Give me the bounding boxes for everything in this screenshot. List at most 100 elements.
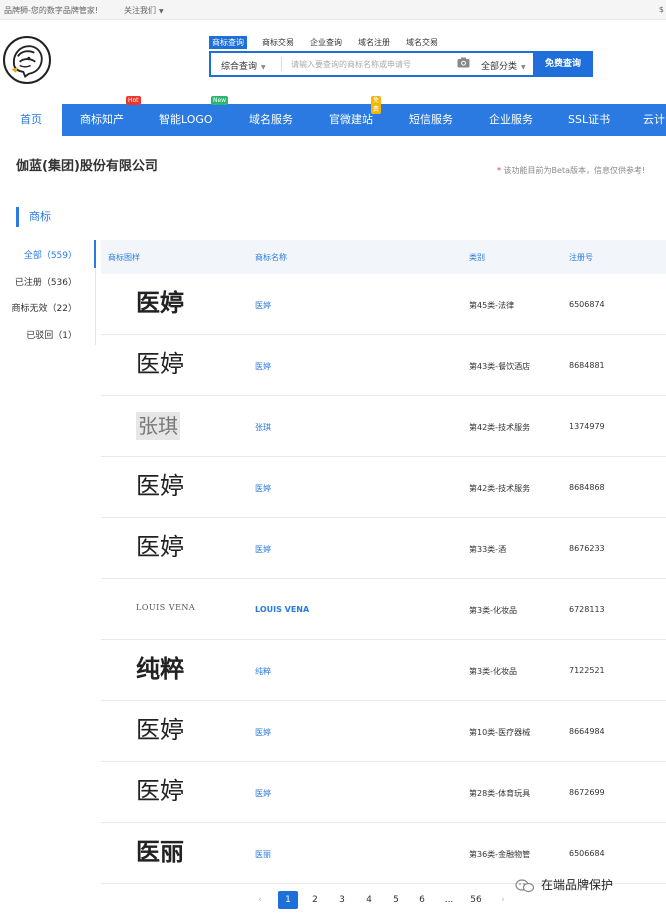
free-search-button[interactable]: 免费查询: [533, 51, 593, 77]
trademark-image: 医婷: [136, 350, 184, 378]
trademark-image: 医婷: [136, 289, 184, 317]
table-row[interactable]: 医婷 医婷 第43类-餐饮酒店 8684881: [101, 335, 666, 396]
registration-number: 1374979: [569, 422, 605, 431]
table-row[interactable]: 张琪 张琪 第42类-技术服务 1374979: [101, 396, 666, 457]
new-badge: New: [211, 96, 229, 105]
trademark-image: 医婷: [136, 716, 184, 744]
trademark-image: 医婷: [136, 472, 184, 500]
registration-number: 8676233: [569, 544, 605, 553]
lion-logo-icon: [11, 45, 43, 78]
trademark-name-link[interactable]: 医婷: [255, 727, 271, 738]
table-row[interactable]: 纯粹 纯粹 第3类-化妆品 7122521: [101, 640, 666, 701]
tab-trademark-trade[interactable]: 商标交易: [262, 37, 294, 48]
wechat-watermark: 在端品牌保护: [515, 876, 613, 893]
trademark-image: LOUIS VENA: [136, 603, 196, 612]
trademark-image: 医婷: [136, 777, 184, 805]
registration-number: 8672699: [569, 788, 605, 797]
nav-item-sms[interactable]: 短信服务: [409, 104, 453, 136]
table-row[interactable]: 医丽 医丽 第36类-金融物管 6506684: [101, 823, 666, 884]
trademark-class: 第42类-技术服务: [469, 484, 531, 493]
wechat-icon: [515, 878, 535, 893]
prev-page-button[interactable]: ‹: [250, 891, 270, 909]
trademark-class: 第10类-医疗器械: [469, 728, 531, 737]
page-56-button[interactable]: 56: [466, 891, 486, 909]
search-input[interactable]: 请输入要查询的商标名称或申请号: [291, 59, 411, 70]
registration-number: 7122521: [569, 666, 605, 675]
status-filters: 全部（559） 已注册（536） 商标无效（22） 已驳回（1）: [0, 240, 96, 345]
nav-item-enterprise[interactable]: 企业服务: [489, 104, 533, 136]
tab-domain-register[interactable]: 域名注册: [358, 37, 390, 48]
tab-trademark-search[interactable]: 商标查询: [209, 36, 247, 49]
table-row[interactable]: 医婷 医婷 第33类-酒 8676233: [101, 518, 666, 579]
trademark-name-link[interactable]: 医婷: [255, 300, 271, 311]
registration-number: 8684868: [569, 483, 605, 492]
category-select[interactable]: 全部分类 ▼: [481, 59, 526, 72]
nav-item-trademark[interactable]: 商标知产 Hot: [80, 96, 141, 136]
trademark-name-link[interactable]: 医丽: [255, 849, 271, 860]
follow-us-label: 关注我们: [124, 6, 156, 15]
beta-star: *: [497, 166, 501, 175]
table-row[interactable]: 医婷 医婷 第10类-医疗器械 8664984: [101, 701, 666, 762]
trademark-class: 第3类-化妆品: [469, 667, 517, 676]
trademark-image: 医婷: [136, 533, 184, 561]
trademark-class: 第3类-化妆品: [469, 606, 517, 615]
nav-item-home[interactable]: 首页: [0, 104, 62, 136]
tab-domain-trade[interactable]: 域名交易: [406, 37, 438, 48]
filter-registered[interactable]: 已注册（536）: [15, 275, 77, 288]
page-3-button[interactable]: 3: [332, 891, 352, 909]
nav-item-domain[interactable]: 域名服务: [249, 104, 293, 136]
registration-number: 6506684: [569, 849, 605, 858]
table-row[interactable]: LOUIS VENA LOUIS VENA 第3类-化妆品 6728113: [101, 579, 666, 640]
page-4-button[interactable]: 4: [359, 891, 379, 909]
trademark-name-link[interactable]: 医婷: [255, 361, 271, 372]
table-row[interactable]: 医婷 医婷 第28类-体育玩具 8672699: [101, 762, 666, 823]
main-nav-items: 首页 商标知产 Hot 智能LOGO New 域名服务 官微建站 免费 短信服务 企业…: [0, 96, 666, 136]
nav-item-ssl[interactable]: SSL证书: [568, 104, 610, 136]
page-5-button[interactable]: 5: [386, 891, 406, 909]
search-box: 综合查询 ▼ 请输入要查询的商标名称或申请号 全部分类 ▼: [209, 51, 535, 77]
nav-item-smart-logo[interactable]: 智能LOGO New: [159, 96, 229, 136]
table-row[interactable]: 医婷 医婷 第45类-法律 6506874: [101, 274, 666, 335]
filter-rejected[interactable]: 已驳回（1）: [26, 328, 77, 341]
trademark-name-link[interactable]: 张琪: [255, 422, 271, 433]
page-2-button[interactable]: 2: [305, 891, 325, 909]
nav-item-website[interactable]: 官微建站 免费: [329, 96, 382, 136]
trademark-name-link[interactable]: 纯粹: [255, 666, 271, 677]
table-row[interactable]: 医婷 医婷 第42类-技术服务 8684868: [101, 457, 666, 518]
trademark-name-link[interactable]: LOUIS VENA: [255, 605, 309, 614]
next-page-button[interactable]: ›: [493, 891, 513, 909]
search-divider: [281, 57, 282, 71]
site-slogan: 品牌狮-您的数字品牌管家!: [4, 6, 99, 15]
company-name: 伽蓝(集团)股份有限公司: [16, 159, 158, 174]
hot-badge: Hot: [126, 96, 141, 105]
trademark-image: 医丽: [136, 838, 184, 866]
camera-icon[interactable]: [457, 57, 470, 71]
beta-note-text: 该功能目前为Beta版本，信息仅供参考!: [503, 166, 646, 175]
page-1-button[interactable]: 1: [278, 891, 298, 909]
registration-number: 8664984: [569, 727, 605, 736]
filter-invalid[interactable]: 商标无效（22）: [12, 301, 77, 314]
registration-number: 6506874: [569, 300, 605, 309]
filter-all[interactable]: 全部（559）: [24, 248, 77, 261]
column-header-reg-no: 注册号: [569, 253, 593, 262]
trademark-name-link[interactable]: 医婷: [255, 544, 271, 555]
topbar-edge-text: $: [658, 5, 664, 14]
trademark-class: 第33类-酒: [469, 545, 507, 554]
trademark-name-link[interactable]: 医婷: [255, 788, 271, 799]
registration-number: 8684881: [569, 361, 605, 370]
site-logo[interactable]: [3, 36, 51, 84]
trademark-class: 第43类-餐饮酒店: [469, 362, 531, 371]
chevron-down-icon: ▼: [159, 8, 164, 15]
filter-active-indicator: [94, 240, 96, 268]
top-bar: 品牌狮-您的数字品牌管家! 关注我们 ▼ $: [0, 0, 666, 20]
trademark-name-link[interactable]: 医婷: [255, 483, 271, 494]
trademark-class: 第45类-法律: [469, 301, 515, 310]
nav-item-cloud[interactable]: 云计: [643, 104, 665, 136]
trademark-class: 第36类-金融物管: [469, 850, 531, 859]
page-6-button[interactable]: 6: [412, 891, 432, 909]
follow-us-link[interactable]: 关注我们 ▼: [124, 5, 164, 16]
tab-company-search[interactable]: 企业查询: [310, 37, 342, 48]
chevron-down-icon: ▼: [521, 64, 526, 71]
free-badge: 免费: [371, 96, 382, 114]
search-scope-select[interactable]: 综合查询 ▼: [221, 59, 266, 72]
